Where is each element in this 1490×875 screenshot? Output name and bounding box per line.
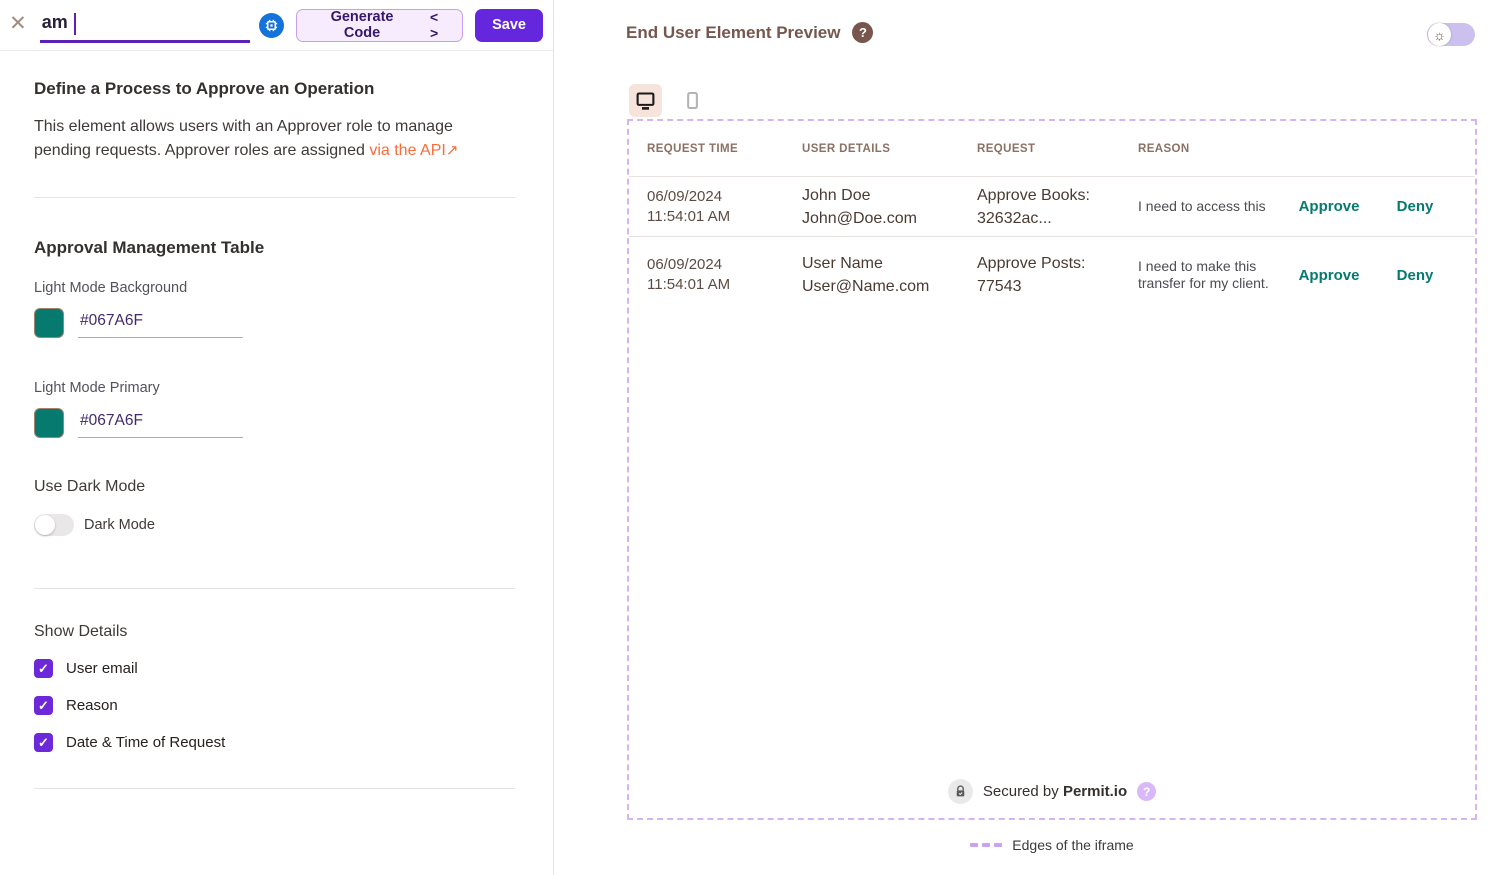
checkbox-row-date-time[interactable]: ✓ Date & Time of Request bbox=[34, 733, 515, 752]
reason-cell: I need to make this transfer for my clie… bbox=[1138, 258, 1288, 292]
preview-iframe: REQUEST TIME USER DETAILS REQUEST REASON… bbox=[627, 119, 1477, 820]
preview-theme-toggle[interactable]: ☼ bbox=[1427, 23, 1475, 46]
save-button[interactable]: Save bbox=[475, 9, 543, 42]
request-time-cell: 06/09/202411:54:01 AM bbox=[647, 187, 802, 227]
dashes-icon bbox=[970, 843, 1002, 847]
color-swatch[interactable] bbox=[34, 308, 64, 338]
desktop-view-button[interactable] bbox=[629, 84, 662, 117]
editor-body: Define a Process to Approve an Operation… bbox=[0, 79, 553, 789]
show-details-label: Show Details bbox=[34, 623, 515, 641]
light-mode-background-label: Light Mode Background bbox=[34, 280, 515, 296]
generate-code-label: Generate Code bbox=[311, 9, 413, 41]
toggle-thumb bbox=[35, 515, 55, 535]
dark-mode-toggle[interactable] bbox=[34, 514, 74, 536]
request-cell: Approve Posts:77543 bbox=[977, 252, 1138, 298]
element-name-input[interactable] bbox=[40, 8, 250, 43]
preview-title: End User Element Preview bbox=[626, 23, 840, 43]
permit-brand: Permit.io bbox=[1063, 783, 1127, 800]
light-mode-background-field bbox=[34, 308, 515, 338]
table-header-row: REQUEST TIME USER DETAILS REQUEST REASON bbox=[629, 121, 1475, 177]
embed-chip-icon[interactable] bbox=[259, 13, 284, 38]
text-caret bbox=[74, 13, 76, 35]
about-description: This element allows users with an Approv… bbox=[34, 115, 514, 163]
reason-cell: I need to access this bbox=[1138, 198, 1288, 215]
help-icon[interactable]: ? bbox=[852, 22, 873, 43]
dark-mode-toggle-row: Dark Mode bbox=[34, 514, 515, 536]
checkbox-checked[interactable]: ✓ bbox=[34, 659, 53, 678]
checkbox-checked[interactable]: ✓ bbox=[34, 733, 53, 752]
column-header: REQUEST bbox=[977, 143, 1138, 155]
iframe-legend: Edges of the iframe bbox=[627, 837, 1477, 853]
column-header: REQUEST TIME bbox=[647, 143, 802, 155]
light-mode-primary-input[interactable] bbox=[78, 412, 243, 438]
light-mode-primary-label: Light Mode Primary bbox=[34, 380, 515, 396]
smartphone-icon bbox=[683, 90, 702, 111]
device-switcher bbox=[629, 84, 709, 117]
divider bbox=[34, 588, 515, 589]
help-icon[interactable]: ? bbox=[1137, 782, 1156, 801]
secured-by-text: Secured by Permit.io bbox=[983, 783, 1127, 800]
divider bbox=[34, 197, 515, 198]
code-brackets-icon: < > bbox=[422, 9, 448, 41]
check-icon: ✓ bbox=[38, 735, 49, 751]
approval-table: REQUEST TIME USER DETAILS REQUEST REASON… bbox=[629, 121, 1475, 313]
secured-by-footer: Secured by Permit.io ? bbox=[629, 779, 1475, 804]
light-mode-background-input[interactable] bbox=[78, 312, 243, 338]
checkbox-checked[interactable]: ✓ bbox=[34, 696, 53, 715]
iframe-legend-text: Edges of the iframe bbox=[1012, 837, 1133, 853]
request-cell: Approve Books:32632ac... bbox=[977, 184, 1138, 230]
user-details-cell: John DoeJohn@Doe.com bbox=[802, 184, 977, 230]
deny-button[interactable]: Deny bbox=[1370, 198, 1460, 215]
checkbox-label: Date & Time of Request bbox=[66, 734, 225, 751]
editor-topbar: ✕ Generate Code < > Save bbox=[0, 0, 553, 51]
deny-button[interactable]: Deny bbox=[1370, 267, 1460, 284]
column-header: USER DETAILS bbox=[802, 143, 977, 155]
element-editor-panel: ✕ Generate Code < > Save Define a Proces… bbox=[0, 0, 554, 875]
generate-code-button[interactable]: Generate Code < > bbox=[296, 9, 463, 42]
checkbox-label: Reason bbox=[66, 697, 118, 714]
lock-icon bbox=[948, 779, 973, 804]
about-title: Define a Process to Approve an Operation bbox=[34, 79, 515, 99]
monitor-icon bbox=[635, 90, 656, 111]
dark-mode-toggle-label: Dark Mode bbox=[84, 517, 155, 533]
column-header: REASON bbox=[1138, 143, 1288, 155]
preview-panel: End User Element Preview ? ☼ REQUEST TIM… bbox=[555, 0, 1490, 875]
approve-button[interactable]: Approve bbox=[1288, 198, 1370, 215]
color-swatch[interactable] bbox=[34, 408, 64, 438]
toggle-thumb: ☼ bbox=[1428, 23, 1451, 46]
table-row: 06/09/202411:54:01 AM User NameUser@Name… bbox=[629, 237, 1475, 313]
approve-button[interactable]: Approve bbox=[1288, 267, 1370, 284]
via-the-api-link[interactable]: via the API↗ bbox=[369, 142, 458, 159]
check-icon: ✓ bbox=[38, 698, 49, 714]
mobile-view-button[interactable] bbox=[676, 84, 709, 117]
settings-title: Approval Management Table bbox=[34, 238, 515, 258]
external-link-icon: ↗ bbox=[446, 142, 459, 159]
checkbox-label: User email bbox=[66, 660, 138, 677]
preview-header: End User Element Preview ? bbox=[626, 22, 873, 43]
request-time-cell: 06/09/202411:54:01 AM bbox=[647, 255, 802, 295]
element-name-field bbox=[40, 8, 250, 43]
table-row: 06/09/202411:54:01 AM John DoeJohn@Doe.c… bbox=[629, 177, 1475, 237]
light-mode-primary-field bbox=[34, 408, 515, 438]
sun-icon: ☼ bbox=[1433, 28, 1446, 42]
close-icon[interactable]: ✕ bbox=[6, 13, 30, 37]
checkbox-row-user-email[interactable]: ✓ User email bbox=[34, 659, 515, 678]
user-details-cell: User NameUser@Name.com bbox=[802, 252, 977, 298]
checkbox-row-reason[interactable]: ✓ Reason bbox=[34, 696, 515, 715]
check-icon: ✓ bbox=[38, 661, 49, 677]
use-dark-mode-label: Use Dark Mode bbox=[34, 478, 515, 496]
divider bbox=[34, 788, 515, 789]
